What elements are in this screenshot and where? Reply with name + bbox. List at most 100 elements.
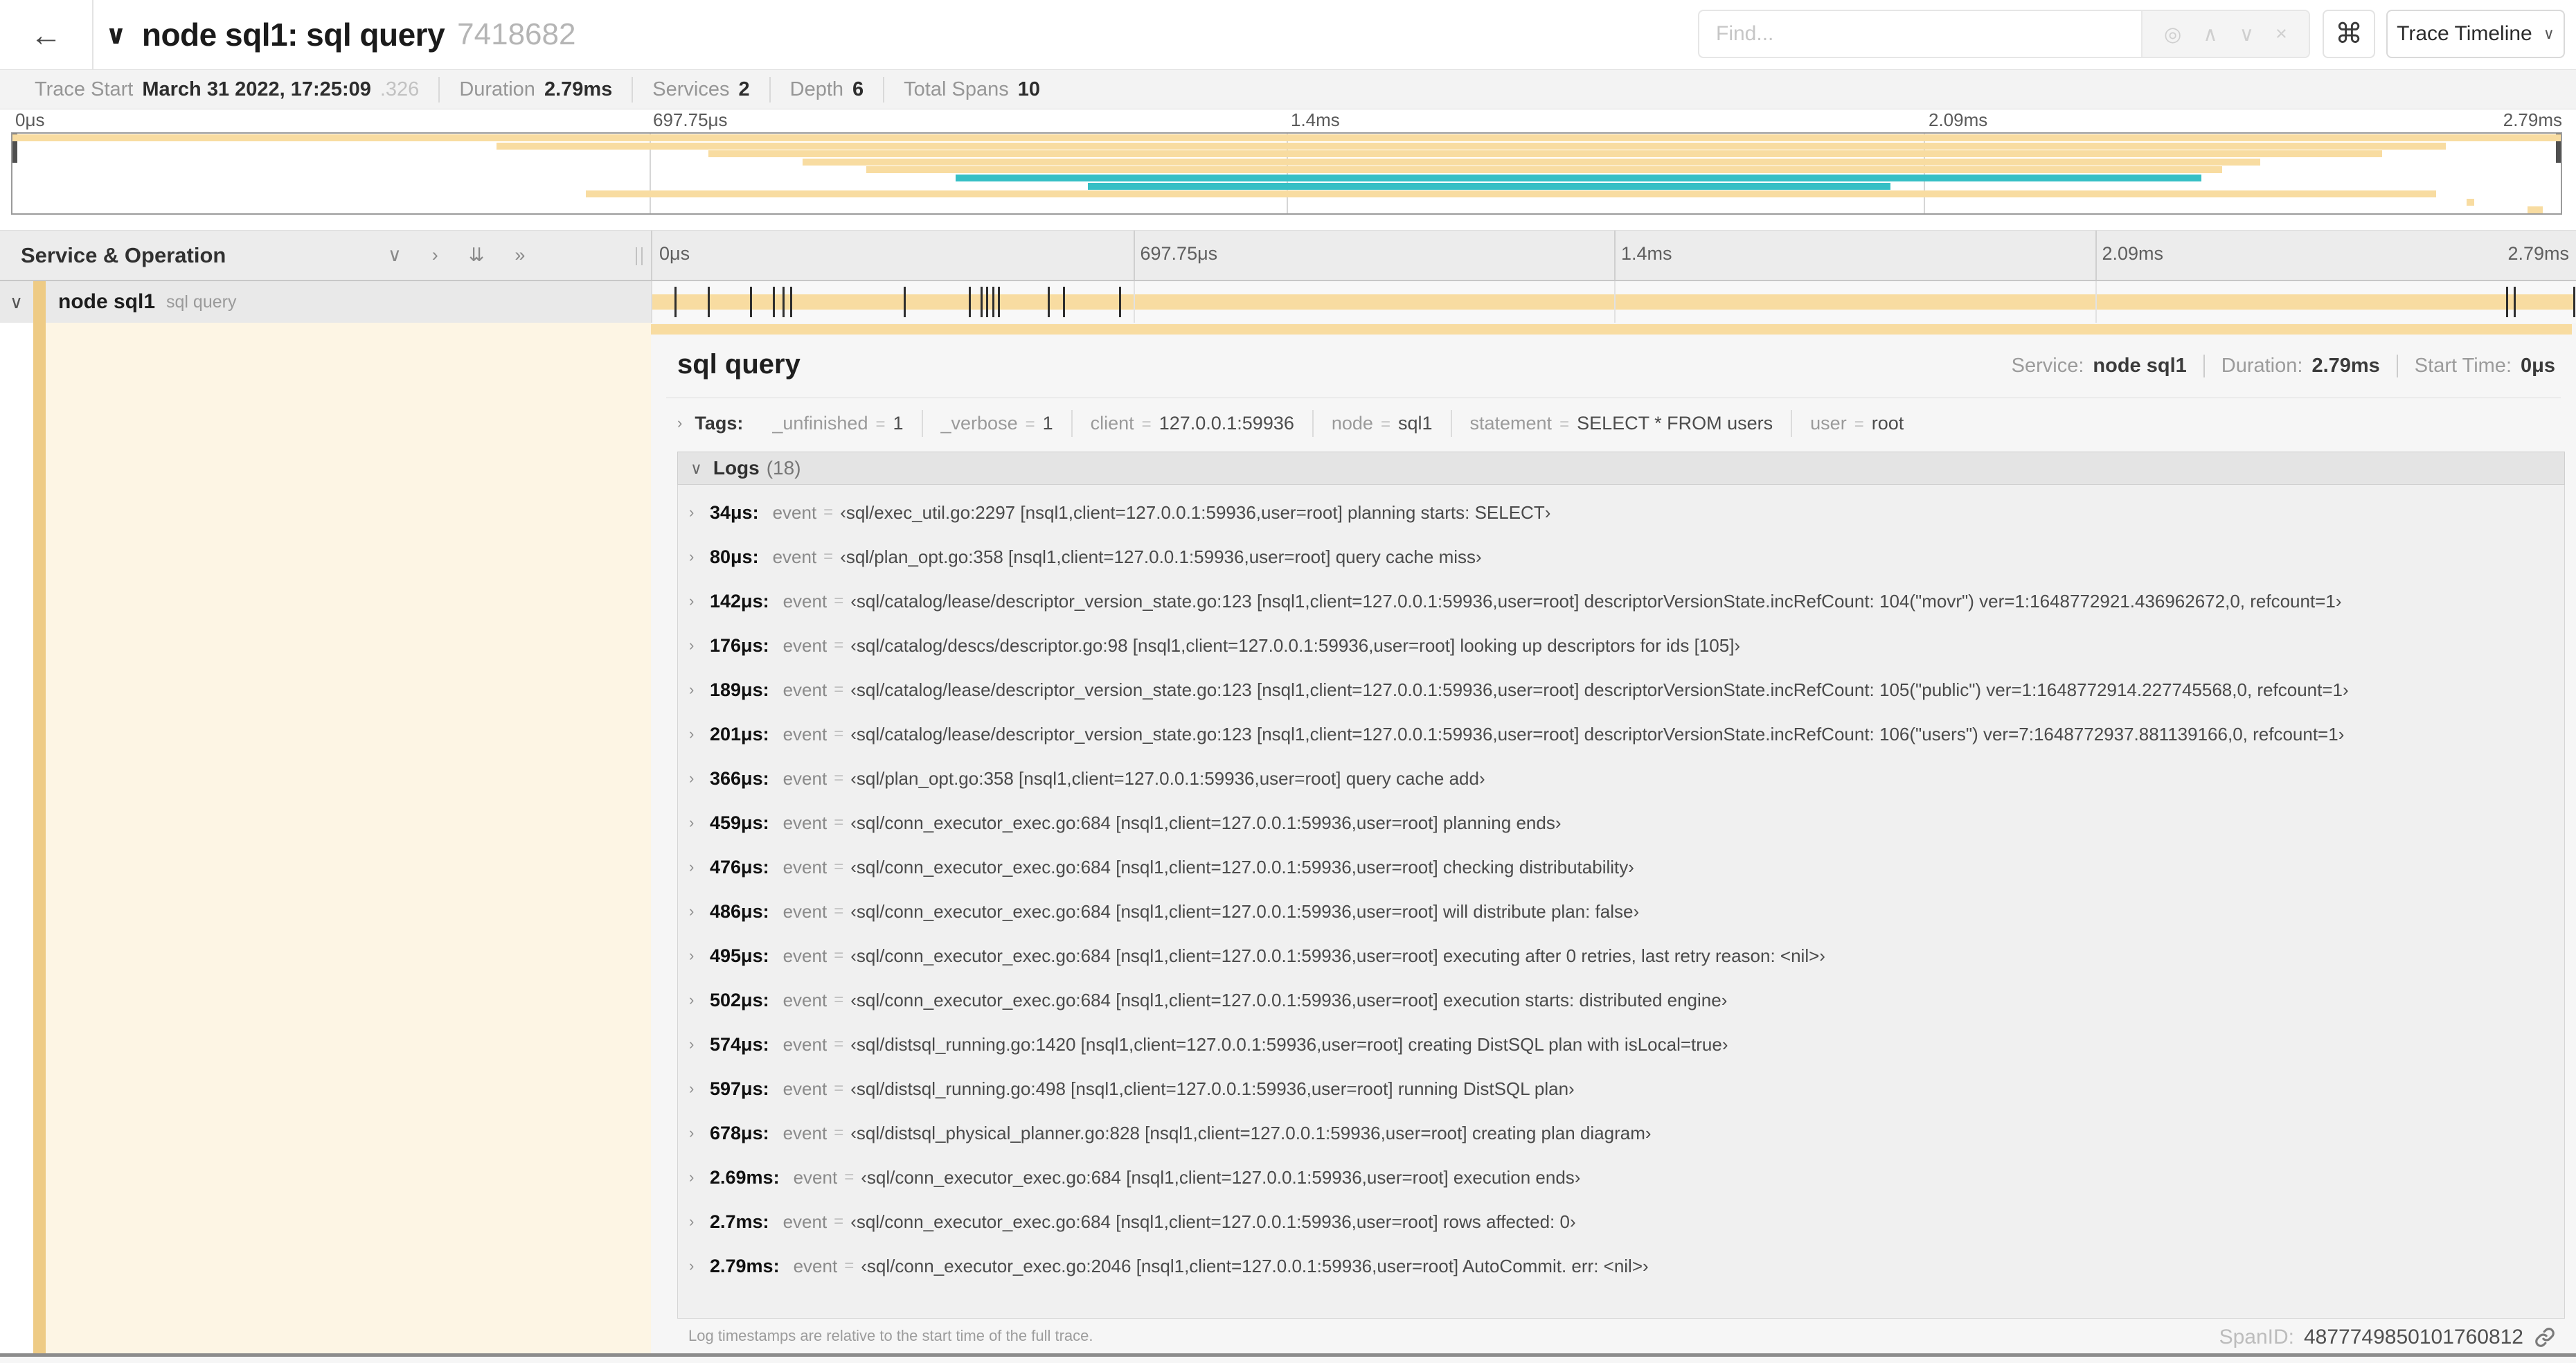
- span-row[interactable]: ∨ node sql1 sql query: [0, 281, 2576, 323]
- trace-meta-item: Depth 6: [769, 76, 884, 103]
- span-duration-bar[interactable]: [652, 294, 2574, 310]
- equals-sign: =: [834, 1123, 844, 1142]
- log-field-name: event: [782, 900, 828, 922]
- minimap-span-bar: [955, 175, 2202, 181]
- equals-sign: =: [1141, 414, 1152, 434]
- trace-meta-item: Trace Start March 31 2022, 17:25:09 .326: [15, 77, 438, 103]
- equals-sign: =: [1380, 414, 1390, 434]
- chevron-right-icon: ›: [689, 858, 695, 875]
- log-entry-row[interactable]: › 678μs: event = ‹sql/distsql_physical_plann…: [678, 1111, 2564, 1155]
- log-field-value: ‹sql/catalog/lease/descriptor_version_st…: [850, 590, 2342, 612]
- log-field-value: ‹sql/plan_opt.go:358 [nsql1,client=127.0…: [840, 546, 1482, 567]
- log-entry-row[interactable]: › 574μs: event = ‹sql/distsql_running.go:142…: [678, 1022, 2564, 1067]
- log-entry-row[interactable]: › 189μs: event = ‹sql/catalog/lease/descript…: [678, 668, 2564, 712]
- equals-sign: =: [834, 769, 844, 787]
- log-entry-row[interactable]: › 366μs: event = ‹sql/plan_opt.go:358 [nsql1…: [678, 756, 2564, 801]
- collapse-all-icon[interactable]: ⇊: [469, 244, 485, 266]
- equals-sign: =: [834, 857, 844, 876]
- minimap-tick-label: 2.79ms: [2503, 109, 2562, 130]
- equals-sign: =: [834, 902, 844, 920]
- log-entry-row[interactable]: › 459μs: event = ‹sql/conn_executor_exec.go:…: [678, 801, 2564, 845]
- log-timestamp: 142μs:: [710, 590, 769, 612]
- column-resizer-grip[interactable]: [636, 247, 643, 265]
- tag-item: user = root: [1791, 409, 1922, 437]
- link-icon[interactable]: [2533, 1326, 2557, 1349]
- trace-meta-label: Services: [652, 78, 730, 100]
- log-event-tick: [2514, 287, 2516, 317]
- equals-sign: =: [834, 1035, 844, 1053]
- tag-key: statement: [1469, 412, 1553, 434]
- log-entry-row[interactable]: › 201μs: event = ‹sql/catalog/lease/descript…: [678, 712, 2564, 756]
- log-timestamp: 366μs:: [710, 767, 769, 789]
- log-entry-row[interactable]: › 486μs: event = ‹sql/conn_executor_exec.go:…: [678, 889, 2564, 934]
- log-entry-row[interactable]: › 502μs: event = ‹sql/conn_executor_exec.go:…: [678, 978, 2564, 1022]
- page-title: node sql1: sql query: [141, 17, 445, 53]
- span-id-row: SpanID: 4877749850101760812: [2219, 1326, 2557, 1349]
- minimap-tick-label: 1.4ms: [1291, 109, 1340, 130]
- log-entry-row[interactable]: › 34μs: event = ‹sql/exec_util.go:2297 [nsql…: [678, 490, 2564, 535]
- span-service-name: node sql1: [58, 290, 156, 313]
- ruler-tick-label: 2.79ms: [2507, 243, 2569, 264]
- log-field-value: ‹sql/conn_executor_exec.go:684 [nsql1,cl…: [850, 945, 1825, 966]
- find-input[interactable]: [1699, 11, 2141, 57]
- log-entry-row[interactable]: › 495μs: event = ‹sql/conn_executor_exec.go:…: [678, 934, 2564, 978]
- minimap-span-bar: [497, 142, 2447, 150]
- trace-view-selector[interactable]: Trace Timeline ∨: [2386, 10, 2565, 58]
- log-field-value: ‹sql/conn_executor_exec.go:684 [nsql1,cl…: [850, 989, 1728, 1010]
- equals-sign: =: [844, 1168, 855, 1186]
- log-event-tick: [707, 287, 710, 317]
- trace-meta-item: Total Spans 10: [883, 76, 1059, 103]
- log-entry-row[interactable]: › 2.7ms: event = ‹sql/conn_executor_exec.go:…: [678, 1200, 2564, 1244]
- expand-one-icon[interactable]: ›: [432, 244, 438, 266]
- next-match-icon[interactable]: ∨: [2239, 22, 2254, 46]
- back-button[interactable]: ←: [0, 0, 93, 69]
- logs-header[interactable]: ∨ Logs (18): [677, 452, 2565, 485]
- log-event-tick: [1048, 287, 1050, 317]
- clear-search-icon[interactable]: ×: [2275, 23, 2287, 46]
- log-field-name: event: [782, 767, 828, 789]
- trace-meta-label: Trace Start: [35, 78, 134, 100]
- span-id-label: SpanID:: [2219, 1326, 2294, 1348]
- log-entry-row[interactable]: › 597μs: event = ‹sql/distsql_running.go:498…: [678, 1067, 2564, 1111]
- log-entry-row[interactable]: › 176μs: event = ‹sql/catalog/descs/descript…: [678, 623, 2564, 668]
- log-field-name: event: [782, 634, 828, 656]
- detail-meta-label: Service:: [2011, 355, 2084, 377]
- log-field-name: event: [782, 1078, 828, 1099]
- ruler-grid-line: [2095, 231, 2097, 280]
- span-name-cell[interactable]: ∨ node sql1 sql query: [0, 281, 651, 323]
- log-timestamp: 2.69ms:: [710, 1166, 780, 1188]
- tags-section[interactable]: › Tags: _unfinished = 1 _verbose = 1 client = 12…: [677, 406, 1922, 440]
- expand-all-icon[interactable]: »: [515, 244, 525, 266]
- tag-item: _verbose = 1: [921, 409, 1071, 437]
- timeline-columns-header: Service & Operation ∨ › ⇊ » 0μs 697.75μs 1…: [0, 230, 2576, 281]
- find-box: ◎ ∧ ∨ ×: [1698, 10, 2310, 58]
- timeline-minimap[interactable]: [11, 132, 2562, 215]
- command-icon: ⌘: [2335, 19, 2363, 49]
- title-collapse-chevron-icon[interactable]: ∨: [105, 19, 127, 51]
- log-entry-row[interactable]: › 476μs: event = ‹sql/conn_executor_exec.go:…: [678, 845, 2564, 889]
- span-bar-cell[interactable]: [651, 281, 2576, 323]
- ruler-grid-line: [1133, 231, 1135, 280]
- log-entry-row[interactable]: › 2.69ms: event = ‹sql/conn_executor_exec.go…: [678, 1155, 2564, 1200]
- tag-key: user: [1810, 412, 1847, 434]
- chevron-right-icon: ›: [689, 769, 695, 787]
- trace-meta-value: March 31 2022, 17:25:09: [142, 78, 371, 100]
- locate-icon[interactable]: ◎: [2164, 22, 2181, 46]
- trace-meta-value: 6: [852, 78, 864, 100]
- log-timestamp: 2.7ms:: [710, 1211, 769, 1232]
- detail-meta-value: 0μs: [2521, 355, 2555, 377]
- trace-meta-label: Depth: [789, 78, 844, 100]
- log-entry-row[interactable]: › 142μs: event = ‹sql/catalog/lease/descript…: [678, 579, 2564, 623]
- prev-match-icon[interactable]: ∧: [2203, 22, 2217, 46]
- trace-meta-label: Total Spans: [904, 78, 1009, 100]
- detail-meta-label: Duration:: [2221, 355, 2303, 377]
- collapse-one-icon[interactable]: ∨: [388, 244, 402, 266]
- log-entry-row[interactable]: › 80μs: event = ‹sql/plan_opt.go:358 [nsql1,…: [678, 535, 2564, 579]
- log-entry-row[interactable]: › 2.79ms: event = ‹sql/conn_executor_exec.go…: [678, 1244, 2564, 1288]
- chevron-right-icon: ›: [689, 947, 695, 964]
- span-collapse-chevron-icon[interactable]: ∨: [10, 292, 23, 313]
- log-timestamp: 574μs:: [710, 1033, 769, 1055]
- keyboard-shortcuts-button[interactable]: ⌘: [2323, 10, 2375, 58]
- equals-sign: =: [834, 813, 844, 832]
- log-field-name: event: [772, 501, 817, 523]
